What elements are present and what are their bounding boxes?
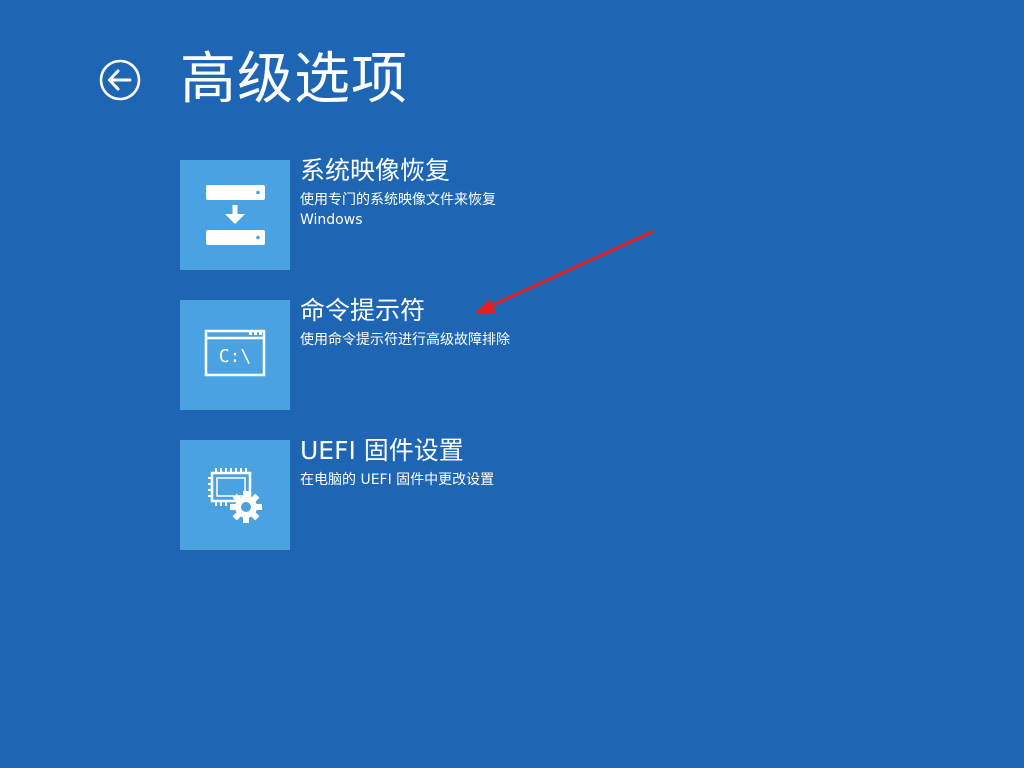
option-command-prompt[interactable]: C:\ 命令提示符 使用命令提示符进行高级故障排除 (180, 296, 620, 410)
option-title: 命令提示符 (300, 296, 426, 325)
command-prompt-icon: C:\ (204, 329, 266, 377)
option-title: UEFI 固件设置 (300, 436, 464, 465)
system-image-recovery-icon (206, 185, 265, 245)
page-title: 高级选项 (180, 47, 408, 112)
option-title: 系统映像恢复 (300, 156, 451, 185)
uefi-firmware-settings-icon (208, 468, 262, 523)
command-prompt-icon-text: C:\ (219, 346, 252, 367)
option-uefi-firmware-settings[interactable]: UEFI 固件设置 在电脑的 UEFI 固件中更改设置 (180, 436, 620, 550)
option-tile[interactable] (180, 440, 290, 550)
back-button[interactable] (98, 58, 142, 102)
option-tile[interactable]: C:\ (180, 300, 290, 410)
option-description: 使用专门的系统映像文件来恢复 Windows (300, 192, 496, 228)
back-arrow-circle-icon (99, 59, 141, 101)
option-tile[interactable] (180, 160, 290, 270)
option-description: 使用命令提示符进行高级故障排除 (300, 332, 510, 348)
option-system-image-recovery[interactable]: 系统映像恢复 使用专门的系统映像文件来恢复 Windows (180, 156, 620, 270)
option-description: 在电脑的 UEFI 固件中更改设置 (300, 472, 495, 488)
